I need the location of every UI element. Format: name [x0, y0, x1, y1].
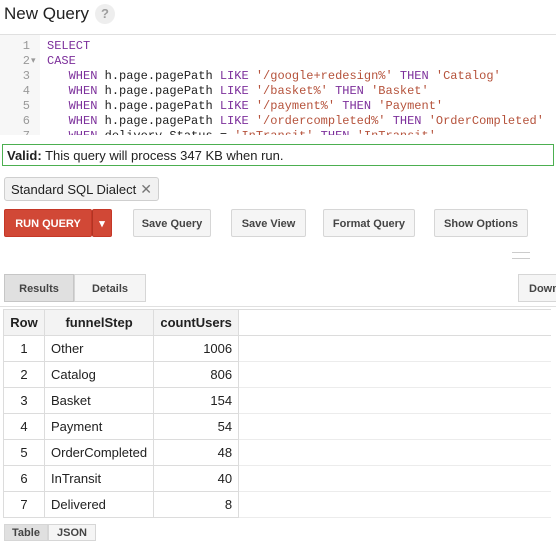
- countusers-cell: 48: [153, 439, 240, 466]
- funnelstep-cell: Catalog: [43, 361, 155, 388]
- close-icon[interactable]: ✕: [140, 181, 152, 197]
- column-header-row[interactable]: Row: [3, 309, 45, 336]
- countusers-cell: 154: [153, 387, 240, 414]
- funnelstep-cell: Other: [43, 335, 155, 362]
- row-number-cell: 3: [3, 387, 45, 414]
- countusers-cell: 54: [153, 413, 240, 440]
- funnelstep-cell: Delivered: [43, 491, 155, 518]
- table-row[interactable]: 5 OrderCompleted 48: [3, 439, 552, 466]
- code-text: WHEN delivery.Status = 'InTransit' THEN …: [47, 129, 436, 135]
- show-options-button[interactable]: Show Options: [434, 209, 528, 237]
- line-number: 5: [22, 99, 30, 113]
- countusers-cell: 1006: [153, 335, 240, 362]
- column-header-funnelstep[interactable]: funnelStep: [43, 309, 155, 336]
- validation-message: This query will process 347 KB when run.: [41, 148, 284, 163]
- table-row[interactable]: 7 Delivered 8: [3, 491, 552, 518]
- funnelstep-cell: Payment: [43, 413, 155, 440]
- code-text: WHEN h.page.pagePath LIKE '/basket%' THE…: [68, 84, 429, 98]
- funnelstep-cell: OrderCompleted: [43, 439, 155, 466]
- query-editor[interactable]: 1 SELECT 2 ▾ CASE 3 WHEN h.page.pagePath LIKE…: [0, 34, 556, 135]
- dialect-label: Standard SQL Dialect: [11, 182, 137, 197]
- dialect-chip: Standard SQL Dialect ✕: [4, 177, 159, 201]
- table-row[interactable]: 2 Catalog 806: [3, 361, 552, 388]
- table-row[interactable]: 3 Basket 154: [3, 387, 552, 414]
- header-filler: [238, 309, 552, 336]
- validation-label: Valid:: [7, 148, 42, 163]
- table-header-row: Row funnelStep countUsers: [3, 309, 552, 336]
- row-filler: [238, 335, 552, 362]
- save-query-button[interactable]: Save Query: [133, 209, 211, 237]
- table-row[interactable]: 1 Other 1006: [3, 335, 552, 362]
- column-header-countusers[interactable]: countUsers: [153, 309, 240, 336]
- row-filler: [238, 361, 552, 388]
- row-number-cell: 4: [3, 413, 45, 440]
- row-number-cell: 7: [3, 491, 45, 518]
- table-row[interactable]: 6 InTransit 40: [3, 465, 552, 492]
- page-title: New Query: [4, 4, 90, 23]
- view-json-button[interactable]: JSON: [48, 524, 96, 541]
- funnelstep-cell: InTransit: [43, 465, 155, 492]
- validation-bar: Valid: This query will process 347 KB wh…: [2, 144, 554, 166]
- fold-chevron-icon[interactable]: ▾: [31, 54, 36, 69]
- row-filler: [238, 387, 552, 414]
- tab-results[interactable]: Results: [4, 274, 74, 302]
- countusers-cell: 8: [153, 491, 240, 518]
- divider: [0, 306, 556, 307]
- results-table: Row funnelStep countUsers 1 Other 1006 2 Cat…: [3, 309, 552, 518]
- code-text: WHEN h.page.pagePath LIKE '/google+redes…: [68, 69, 501, 83]
- table-row[interactable]: 4 Payment 54: [3, 413, 552, 440]
- resize-handle[interactable]: [512, 252, 530, 259]
- row-filler: [238, 465, 552, 492]
- row-number-cell: 1: [3, 335, 45, 362]
- funnelstep-cell: Basket: [43, 387, 155, 414]
- row-number-cell: 5: [3, 439, 45, 466]
- view-table-button[interactable]: Table: [4, 524, 48, 541]
- line-number: 1: [22, 39, 30, 53]
- help-icon[interactable]: ?: [95, 4, 115, 24]
- row-filler: [238, 413, 552, 440]
- save-view-button[interactable]: Save View: [231, 209, 306, 237]
- tab-details[interactable]: Details: [74, 274, 146, 302]
- line-number: 2: [22, 54, 30, 68]
- row-number-cell: 2: [3, 361, 45, 388]
- download-button[interactable]: Download: [518, 274, 556, 302]
- code-text: WHEN h.page.pagePath LIKE '/ordercomplet…: [68, 114, 544, 128]
- row-number-cell: 6: [3, 465, 45, 492]
- code-text: SELECT: [47, 39, 91, 53]
- code-text: CASE: [47, 54, 76, 68]
- line-number: 4: [22, 84, 30, 98]
- row-filler: [238, 491, 552, 518]
- line-number: 6: [22, 114, 30, 128]
- format-query-button[interactable]: Format Query: [323, 209, 415, 237]
- run-query-button[interactable]: RUN QUERY: [4, 209, 92, 237]
- line-number: 3: [22, 69, 30, 83]
- run-options-chevron-down-icon[interactable]: ▾: [92, 209, 112, 237]
- line-number: 7: [4, 129, 30, 135]
- row-filler: [238, 439, 552, 466]
- code-text: WHEN h.page.pagePath LIKE '/payment%' TH…: [68, 99, 444, 113]
- countusers-cell: 806: [153, 361, 240, 388]
- countusers-cell: 40: [153, 465, 240, 492]
